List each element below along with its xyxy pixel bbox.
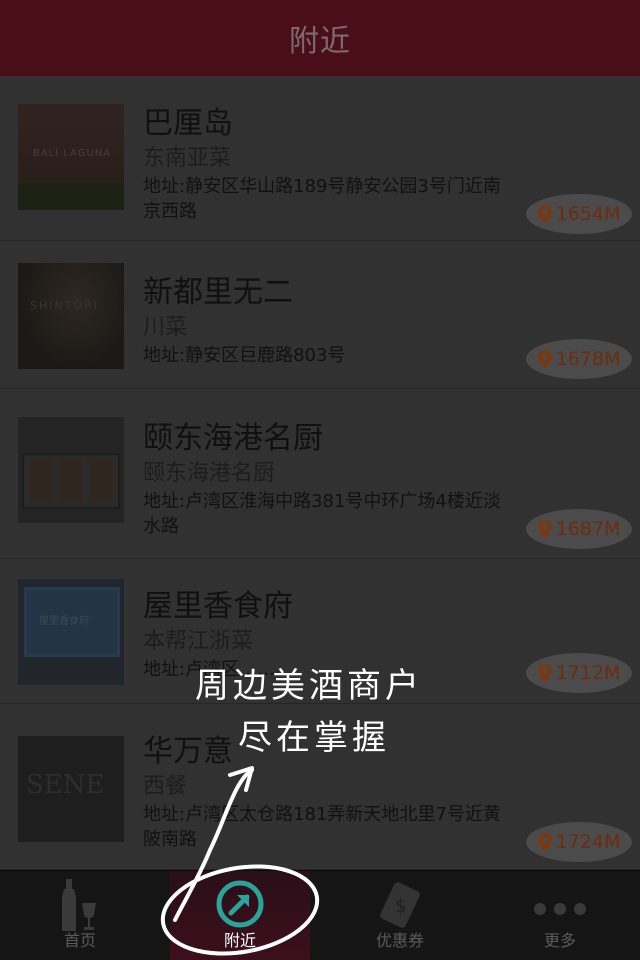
location-pin-icon	[537, 520, 552, 538]
location-pin-icon	[537, 205, 552, 223]
restaurant-cuisine: 本帮江浙菜	[143, 629, 254, 654]
distance-value: 1712M	[555, 662, 621, 684]
distance-badge: 1654M	[526, 194, 632, 234]
location-pin-icon	[537, 664, 552, 682]
restaurant-name: 颐东海港名厨	[143, 421, 323, 456]
list-item[interactable]: 颐东海港名厨 颐东海港名厨 地址:卢湾区淮海中路381号中环广场4楼近淡水路 1…	[0, 389, 640, 559]
distance-value: 1724M	[555, 831, 621, 853]
distance-badge: 1724M	[526, 822, 632, 862]
bottom-tab-bar: 首页 附近 $ 优惠券 更多	[0, 870, 640, 960]
restaurant-cuisine: 西餐	[143, 774, 188, 799]
restaurant-address: 地址:静安区华山路189号静安公园3号门近南京西路	[143, 176, 501, 222]
tab-nearby[interactable]: 附近	[170, 871, 310, 960]
restaurant-thumbnail	[18, 417, 124, 523]
more-dots-icon	[534, 903, 586, 915]
distance-value: 1687M	[555, 518, 621, 540]
distance-badge: 1712M	[526, 653, 632, 693]
tutorial-text-line1: 周边美酒商户	[195, 666, 423, 706]
restaurant-name: 华万意	[143, 734, 233, 769]
restaurant-name: 屋里香食府	[143, 589, 293, 624]
restaurant-name: 新都里无二	[143, 275, 293, 310]
page-title: 附近	[289, 24, 351, 59]
distance-value: 1678M	[555, 348, 621, 370]
tutorial-text-line2: 尽在掌握	[238, 718, 390, 758]
location-pin-icon	[537, 833, 552, 851]
app-screen: 附近 BALI LAGUNA 巴厘岛 东南亚菜 地址:静安区华山路189号静安公…	[0, 0, 640, 960]
restaurant-thumbnail: BALI LAGUNA	[18, 104, 124, 210]
tab-more[interactable]: 更多	[480, 871, 640, 960]
thumbnail-sign-text: SENE	[26, 770, 105, 800]
restaurant-name: 巴厘岛	[143, 106, 233, 141]
distance-value: 1654M	[555, 203, 621, 225]
restaurant-address: 地址:卢湾区太仓路181弄新天地北里7号近黄陂南路	[143, 804, 501, 850]
tab-home[interactable]: 首页	[0, 871, 160, 960]
tab-label: 附近	[223, 931, 256, 950]
list-item[interactable]: BALI LAGUNA 巴厘岛 东南亚菜 地址:静安区华山路189号静安公园3号…	[0, 76, 640, 241]
restaurant-thumbnail: 屋里香食府	[18, 579, 124, 685]
thumbnail-sign-text: BALI LAGUNA	[32, 148, 112, 159]
list-item[interactable]: SHINTORI 新都里无二 川菜 地址:静安区巨鹿路803号 1678M	[0, 241, 640, 389]
distance-badge: 1678M	[526, 339, 632, 379]
tab-label: 更多	[543, 931, 576, 950]
compass-arrow-icon	[216, 880, 264, 928]
restaurant-address: 地址:静安区巨鹿路803号	[143, 345, 346, 366]
tab-label: 优惠券	[375, 931, 424, 950]
restaurant-address: 地址:卢湾区淮海中路381号中环广场4楼近淡水路	[143, 491, 501, 537]
location-pin-icon	[537, 350, 552, 368]
distance-badge: 1687M	[526, 509, 632, 549]
wine-bottle-icon	[62, 879, 96, 931]
svg-text:$: $	[395, 896, 406, 917]
restaurant-cuisine: 颐东海港名厨	[143, 461, 276, 486]
restaurant-cuisine: 东南亚菜	[143, 146, 232, 171]
tab-label: 首页	[63, 931, 96, 950]
coupon-icon: $	[380, 882, 420, 928]
tab-coupons[interactable]: $ 优惠券	[320, 871, 480, 960]
thumbnail-sign-text: SHINTORI	[30, 299, 99, 312]
restaurant-cuisine: 川菜	[143, 315, 188, 340]
restaurant-thumbnail: SHINTORI	[18, 263, 124, 369]
header-bar: 附近	[0, 0, 640, 76]
restaurant-thumbnail: SENE	[18, 736, 124, 842]
